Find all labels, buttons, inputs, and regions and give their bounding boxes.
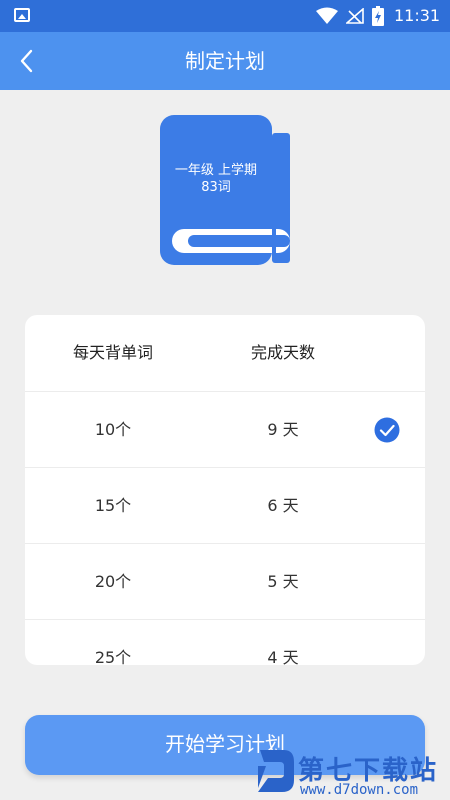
- page-title: 制定计划: [185, 49, 265, 73]
- words-per-day: 10个: [94, 420, 132, 439]
- no-signal-icon: [346, 8, 364, 24]
- book-word-count: 83词: [201, 180, 231, 195]
- book-label: 一年级 上学期 83词: [162, 162, 270, 196]
- plan-row[interactable]: 20个 5 天: [25, 543, 425, 619]
- image-notification-icon: [14, 8, 30, 22]
- book-grade: 一年级 上学期: [174, 163, 258, 178]
- status-time: 11:31: [394, 6, 441, 25]
- plan-row[interactable]: 10个 9 天: [25, 391, 425, 467]
- checkmark-icon: [374, 417, 400, 443]
- words-per-day-header: 每天背单词: [72, 343, 153, 362]
- watermark-logo-icon: [258, 750, 294, 792]
- app-header: 制定计划: [0, 32, 450, 90]
- words-per-day: 20个: [94, 572, 132, 591]
- words-per-day: 15个: [94, 496, 132, 515]
- wifi-icon: [316, 7, 338, 24]
- days-to-complete: 4 天: [267, 648, 299, 665]
- plan-row[interactable]: 15个 6 天: [25, 467, 425, 543]
- words-per-day: 25个: [94, 648, 132, 665]
- watermark: 第七下载站 www.d7down.com: [254, 748, 450, 800]
- days-to-complete-header: 完成天数: [250, 343, 315, 362]
- watermark-url: www.d7down.com: [300, 782, 419, 798]
- plan-row[interactable]: 25个 4 天: [25, 619, 425, 665]
- days-to-complete: 9 天: [267, 420, 299, 439]
- days-to-complete: 6 天: [267, 496, 299, 515]
- plan-table: 每天背单词 完成天数 10个 9 天 15个 6 天 20个 5 天 25个 4…: [25, 315, 425, 665]
- battery-charging-icon: [372, 6, 384, 26]
- days-to-complete: 5 天: [267, 572, 299, 591]
- status-bar: 11:31: [0, 0, 450, 32]
